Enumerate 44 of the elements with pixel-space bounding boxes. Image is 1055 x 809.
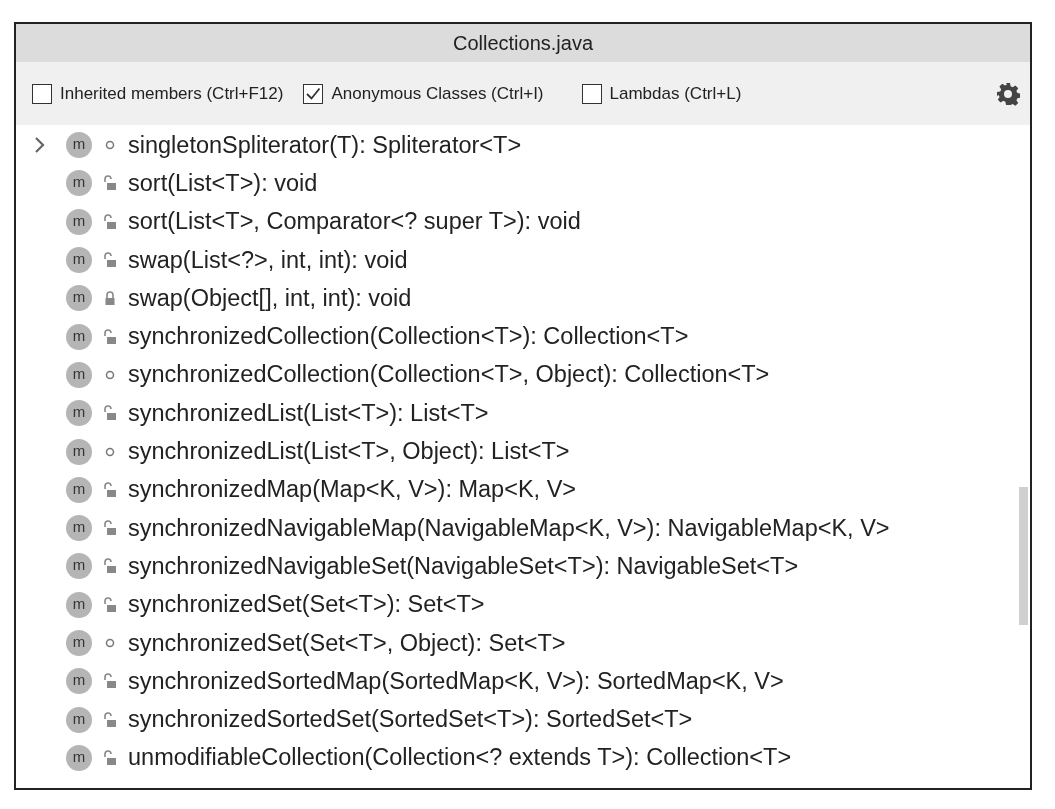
member-signature[interactable]: synchronizedSortedMap(SortedMap<K, V>): SortedMap<K, V> (128, 667, 784, 695)
method-icon: m (66, 706, 92, 733)
member-signature[interactable]: synchronizedSet(Set<T>): Set<T> (128, 591, 485, 619)
method-icon: m (66, 476, 92, 503)
member-signature[interactable]: synchronizedMap(Map<K, V>): Map<K, V> (128, 476, 577, 504)
checkbox[interactable] (581, 83, 602, 104)
member-signature[interactable]: synchronizedSet(Set<T>, Object): Set<T> (128, 629, 566, 657)
method-icon: m (66, 630, 92, 656)
member-signature[interactable]: swap(List<?>, int, int): void (128, 246, 408, 274)
method-icon: m (66, 132, 92, 159)
checkbox[interactable] (303, 83, 324, 104)
member-signature[interactable]: synchronizedSortedSet(SortedSet<T>): SortedSet<T> (128, 706, 693, 734)
method-icon: m (66, 323, 92, 350)
method-icon: m (66, 668, 92, 695)
window-title: Collections.java (452, 31, 594, 55)
method-icon: m (66, 515, 92, 542)
method-icon: m (66, 591, 92, 618)
method-icon: m (66, 247, 92, 274)
member-signature[interactable]: swap(Object[], int, int): void (128, 284, 412, 312)
method-icon: m (66, 285, 92, 312)
option-label[interactable]: Inherited members (Ctrl+F12) (60, 83, 284, 104)
member-signature[interactable]: synchronizedList(List<T>): List<T> (128, 399, 489, 427)
option-label[interactable]: Lambdas (Ctrl+L) (609, 83, 742, 104)
expand-chevron-icon[interactable] (34, 136, 46, 155)
checkbox[interactable] (32, 83, 52, 104)
method-icon: m (66, 208, 92, 235)
member-signature[interactable]: sort(List<T>, Comparator<? super T>): void (128, 208, 581, 236)
method-icon: m (66, 438, 92, 465)
member-signature[interactable]: unmodifiableCollection(Collection<? extends T>): Collection<T> (128, 744, 792, 772)
method-icon: m (66, 170, 92, 197)
method-icon: m (66, 553, 92, 580)
member-signature[interactable]: synchronizedNavigableSet(NavigableSet<T>): NavigableSet<T> (128, 552, 799, 580)
member-signature[interactable]: synchronizedCollection(Collection<T>, Object): Collection<T> (128, 361, 770, 389)
method-icon: m (66, 744, 92, 771)
member-signature[interactable]: sort(List<T>): void (128, 169, 318, 197)
method-icon: m (66, 361, 92, 388)
member-signature[interactable]: synchronizedList(List<T>, Object): List<T> (128, 438, 570, 465)
method-icon: m (66, 400, 92, 427)
member-signature[interactable]: synchronizedCollection(Collection<T>): Collection<T> (128, 323, 689, 351)
option-label[interactable]: Anonymous Classes (Ctrl+I) (331, 83, 544, 104)
member-signature[interactable]: singletonSpliterator(T): Spliterator<T> (128, 131, 522, 159)
scrollbar-thumb[interactable] (1019, 487, 1028, 625)
member-signature[interactable]: synchronizedNavigableMap(NavigableMap<K, V>): NavigableMap<K, V> (128, 514, 890, 542)
settings-icon[interactable] (996, 81, 1020, 106)
